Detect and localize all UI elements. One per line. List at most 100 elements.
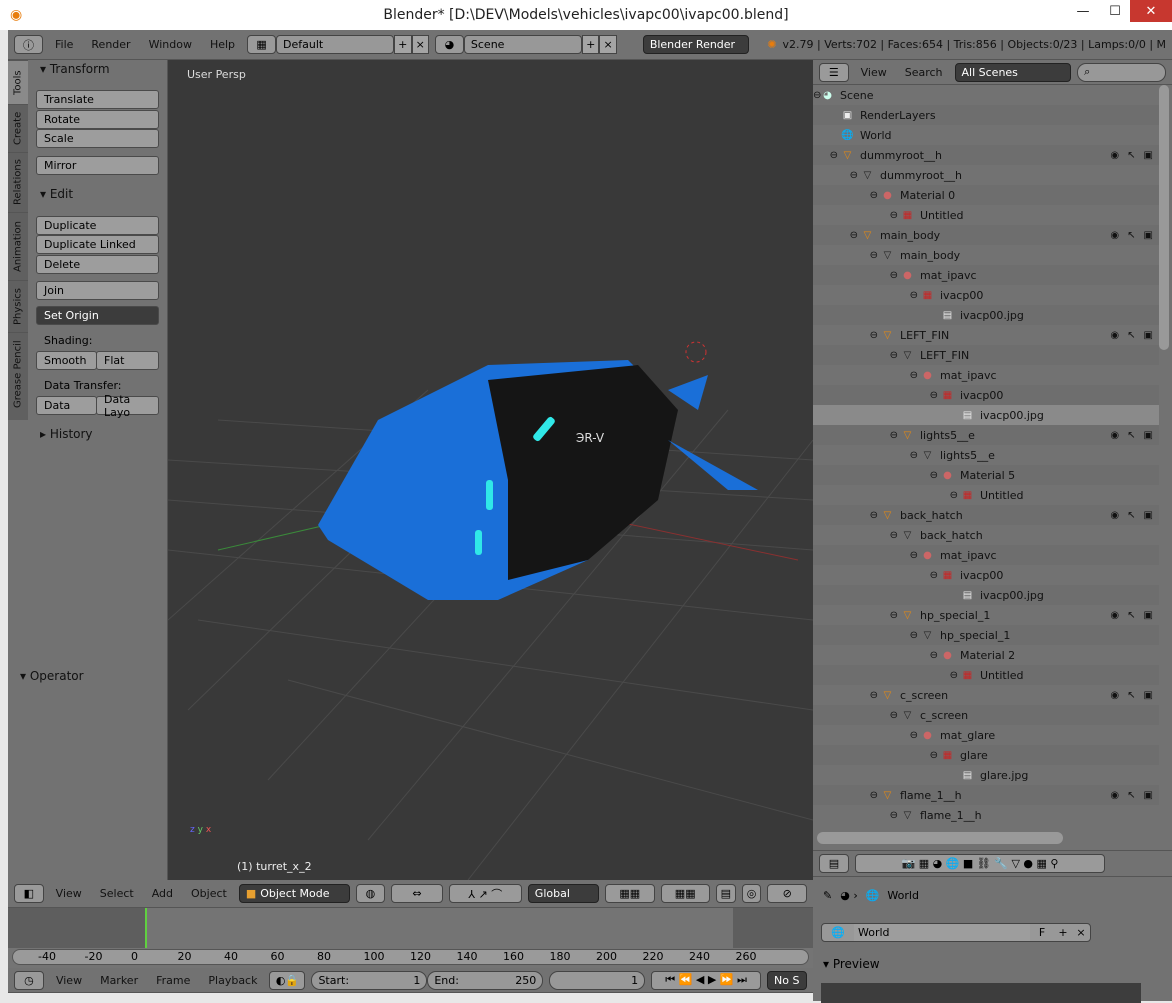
outliner-item[interactable]: ⊖ ◕ Scene xyxy=(813,85,1159,105)
outliner-item[interactable]: ▤ ivacp00.jpg xyxy=(813,305,1159,325)
expand-toggle-icon[interactable]: ⊖ xyxy=(813,170,861,181)
context-tabs-icons[interactable]: 📷 ▦ ◕ 🌐 ■ ⛓ 🔧 ▽ ● ▦ ⚲ xyxy=(855,854,1105,873)
editor-type-properties-icon[interactable]: ▤ xyxy=(819,854,849,873)
cursor-select-icon[interactable]: ↖ xyxy=(1127,690,1135,701)
expand-toggle-icon[interactable]: ⊖ xyxy=(813,270,901,281)
scene-icon[interactable]: ◕ xyxy=(434,35,464,54)
sync-select[interactable]: No S xyxy=(767,970,807,990)
outliner-item[interactable]: ▤ ivacp00.jpg xyxy=(813,405,1159,425)
expand-toggle-icon[interactable]: ⊖ xyxy=(813,630,921,641)
set-origin-select[interactable]: Set Origin xyxy=(36,306,159,325)
expand-toggle-icon[interactable]: ⊖ xyxy=(813,430,901,441)
playback-controls-icon[interactable]: ⏮ ⏪ ◀ ▶ ⏩ ⏭ xyxy=(651,970,762,990)
outliner-item[interactable]: ⊖ ● mat_ipavc xyxy=(813,265,1159,285)
outliner-item[interactable]: ⊖ ▽ dummyroot__h xyxy=(813,165,1159,185)
outliner-item[interactable]: ⊖ ▽ back_hatch xyxy=(813,525,1159,545)
tab-animation[interactable]: Animation xyxy=(8,212,28,280)
menu-frame[interactable]: Frame xyxy=(150,974,196,987)
outliner-item[interactable]: ⊖ ● mat_ipavc xyxy=(813,365,1159,385)
outliner-item[interactable]: ⊖ ▽ dummyroot__h ◉ ↖ ▣ xyxy=(813,145,1159,165)
eye-icon[interactable]: ◉ xyxy=(1110,430,1119,441)
add-scene-icon[interactable]: + xyxy=(581,35,600,54)
cursor-select-icon[interactable]: ↖ xyxy=(1127,610,1135,621)
menu-object[interactable]: Object xyxy=(185,887,233,900)
render-engine-select[interactable]: Blender Render xyxy=(642,35,750,54)
orientation-select[interactable]: Global xyxy=(527,884,600,903)
mode-select[interactable]: ■ Object Mode xyxy=(238,884,350,903)
history-panel-header[interactable]: ▸ History xyxy=(40,427,93,441)
flat-button[interactable]: Flat xyxy=(96,351,159,370)
fake-user-button[interactable]: F xyxy=(1030,926,1054,939)
expand-toggle-icon[interactable]: ⊖ xyxy=(813,530,901,541)
timeline[interactable]: -40 -20 0 20 40 60 80 100 120 140 160 180 200 220 240 2… xyxy=(8,908,813,968)
duplicate-linked-button[interactable]: Duplicate Linked xyxy=(36,235,159,254)
remove-scene-icon[interactable]: × xyxy=(599,35,617,54)
edit-panel-header[interactable]: ▾ Edit xyxy=(40,187,73,201)
expand-toggle-icon[interactable]: ⊖ xyxy=(813,450,921,461)
cursor-select-icon[interactable]: ↖ xyxy=(1127,430,1135,441)
mirror-button[interactable]: Mirror xyxy=(36,156,159,175)
editor-type-outliner-icon[interactable]: ☰ xyxy=(819,62,849,82)
expand-toggle-icon[interactable]: ⊖ xyxy=(813,370,921,381)
expand-toggle-icon[interactable]: ⊖ xyxy=(813,510,881,521)
eye-icon[interactable]: ◉ xyxy=(1110,330,1119,341)
outliner-v-scrollbar[interactable] xyxy=(1159,85,1169,350)
expand-toggle-icon[interactable]: ⊖ xyxy=(813,470,941,481)
display-mode-select[interactable]: All Scenes xyxy=(954,62,1072,82)
menu-select[interactable]: Select xyxy=(94,887,140,900)
expand-toggle-icon[interactable]: ⊖ xyxy=(813,730,921,741)
outliner-item[interactable]: ⊖ ▽ flame_1__h ◉ ↖ ▣ xyxy=(813,785,1159,805)
menu-help[interactable]: Help xyxy=(204,38,241,51)
expand-toggle-icon[interactable]: ⊖ xyxy=(813,750,941,761)
camera-render-icon[interactable]: ▣ xyxy=(1144,330,1153,341)
maximize-button[interactable]: ☐ xyxy=(1100,0,1130,22)
outliner-item[interactable]: ⊖ ● mat_ipavc xyxy=(813,545,1159,565)
outliner-item[interactable]: ⊖ ▽ hp_special_1 xyxy=(813,625,1159,645)
outliner-item[interactable]: ▤ glare.jpg xyxy=(813,765,1159,785)
outliner-item[interactable]: ⊖ ▦ Untitled xyxy=(813,205,1159,225)
data-layout-button[interactable]: Data Layo xyxy=(96,393,159,419)
outliner-item[interactable]: ⊖ ▽ main_body xyxy=(813,245,1159,265)
camera-render-icon[interactable]: ▣ xyxy=(1144,690,1153,701)
camera-render-icon[interactable]: ▣ xyxy=(1144,790,1153,801)
outliner-item[interactable]: ⊖ ▦ glare xyxy=(813,745,1159,765)
expand-toggle-icon[interactable]: ⊖ xyxy=(813,670,961,681)
camera-render-icon[interactable]: ▣ xyxy=(1144,230,1153,241)
outliner-item[interactable]: ⊖ ▽ LEFT_FIN ◉ ↖ ▣ xyxy=(813,325,1159,345)
snap-icon[interactable]: ⊘ xyxy=(767,884,807,903)
shading-mode-icon[interactable]: ◍ xyxy=(355,884,386,903)
scale-button[interactable]: Scale xyxy=(36,129,159,148)
outliner-item[interactable]: ⊖ ▦ Untitled xyxy=(813,485,1159,505)
cursor-select-icon[interactable]: ↖ xyxy=(1127,790,1135,801)
manipulator-icons[interactable]: ⅄ ↗ ⌒ xyxy=(448,884,522,903)
expand-toggle-icon[interactable]: ⊖ xyxy=(813,230,861,241)
tab-tools[interactable]: Tools xyxy=(8,60,28,104)
layers-grid-2[interactable]: ▦▦ xyxy=(660,884,710,903)
current-frame-field[interactable]: 1 xyxy=(549,970,646,990)
expand-toggle-icon[interactable]: ⊖ xyxy=(813,570,941,581)
expand-toggle-icon[interactable]: ⊖ xyxy=(813,790,881,801)
eye-icon[interactable]: ◉ xyxy=(1110,610,1119,621)
data-button[interactable]: Data xyxy=(36,396,97,415)
eye-icon[interactable]: ◉ xyxy=(1110,690,1119,701)
outliner-item[interactable]: ⊖ ▽ back_hatch ◉ ↖ ▣ xyxy=(813,505,1159,525)
layout-select[interactable]: Default xyxy=(276,35,395,54)
join-button[interactable]: Join xyxy=(36,281,159,300)
outliner-item[interactable]: ⊖ ▽ hp_special_1 ◉ ↖ ▣ xyxy=(813,605,1159,625)
outliner-item[interactable]: ⊖ ▽ lights5__e xyxy=(813,445,1159,465)
outliner-item[interactable]: 🌐 World xyxy=(813,125,1159,145)
expand-toggle-icon[interactable]: ⊖ xyxy=(813,690,881,701)
menu-view[interactable]: View xyxy=(50,887,88,900)
eye-icon[interactable]: ◉ xyxy=(1110,230,1119,241)
menu-render[interactable]: Render xyxy=(85,38,136,51)
outliner-item[interactable]: ⊖ ▽ flame_1__h xyxy=(813,805,1159,825)
smooth-button[interactable]: Smooth xyxy=(36,351,97,370)
cursor-select-icon[interactable]: ↖ xyxy=(1127,230,1135,241)
menu-add[interactable]: Add xyxy=(146,887,179,900)
expand-toggle-icon[interactable]: ⊖ xyxy=(813,610,901,621)
3d-viewport[interactable]: ЭR-V User Persp (1) turret_x_2 z y x xyxy=(168,60,813,880)
expand-toggle-icon[interactable]: ⊖ xyxy=(813,190,881,201)
editor-type-info-icon[interactable]: ⓘ xyxy=(14,35,43,54)
tab-physics[interactable]: Physics xyxy=(8,280,28,332)
expand-toggle-icon[interactable]: ⊖ xyxy=(813,810,901,821)
